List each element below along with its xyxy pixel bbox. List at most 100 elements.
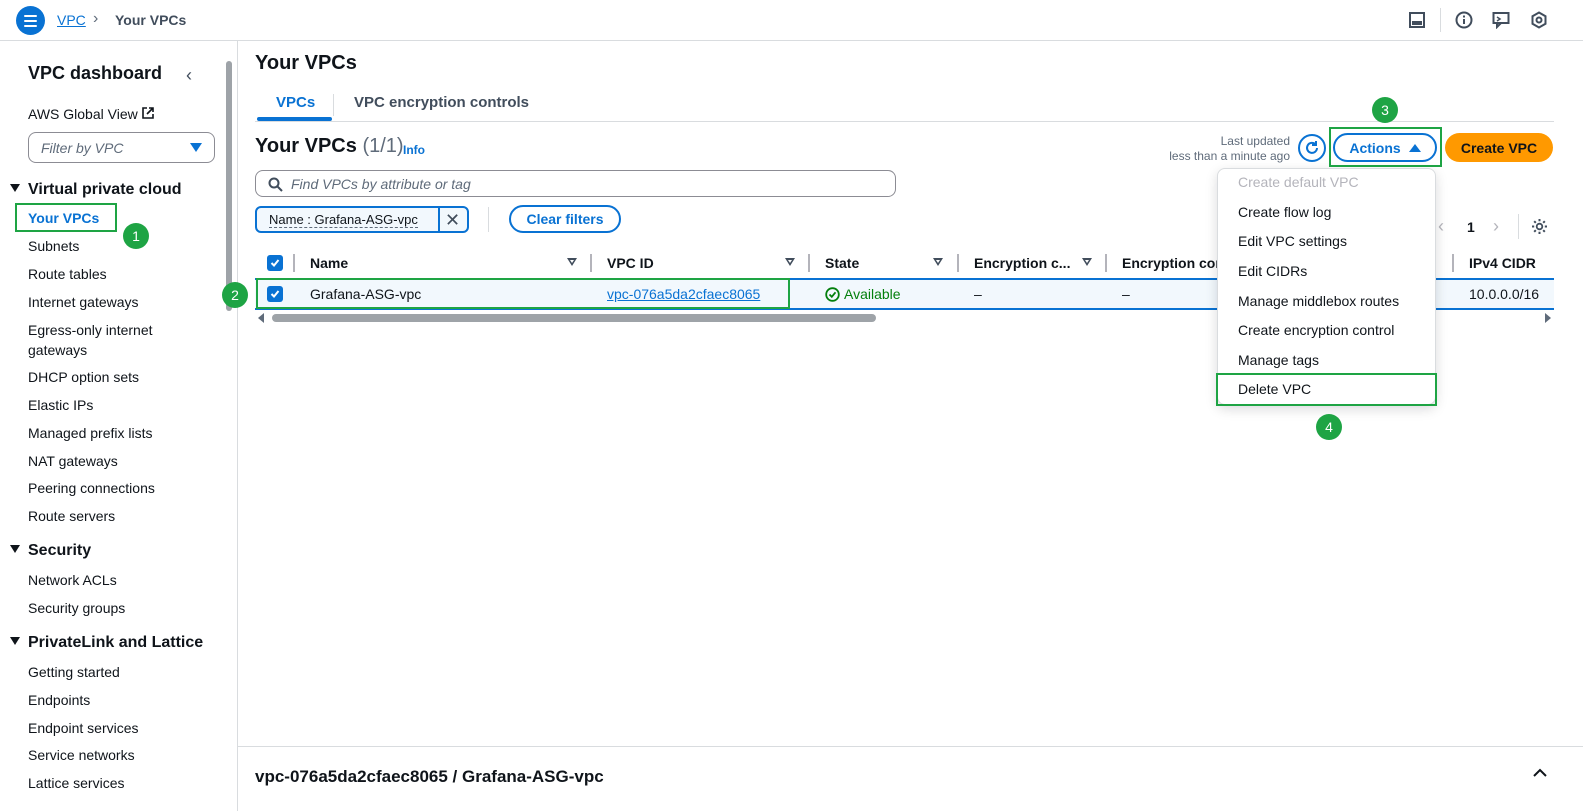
previous-page-icon[interactable]: ‹: [1438, 216, 1444, 237]
tab-vpc-encryption-controls[interactable]: VPC encryption controls: [354, 94, 529, 111]
sidebar-item-endpoint-services[interactable]: Endpoint services: [28, 718, 208, 738]
menu-icon[interactable]: [16, 6, 45, 35]
feedback-icon[interactable]: [1492, 11, 1510, 29]
annotation-badge-2: 2: [222, 282, 248, 308]
refresh-button[interactable]: [1298, 134, 1326, 162]
remove-filter-icon[interactable]: ✕: [445, 210, 460, 231]
search-input[interactable]: Find VPCs by attribute or tag: [255, 170, 896, 197]
sidebar-item-elastic-ips[interactable]: Elastic IPs: [28, 395, 208, 415]
page-title: Your VPCs: [255, 52, 357, 74]
sidebar-item-network-acls[interactable]: Network ACLs: [28, 570, 208, 590]
settings-hex-icon[interactable]: [1530, 11, 1548, 29]
column-divider[interactable]: [808, 254, 810, 272]
divider: [1518, 214, 1519, 239]
divider: [1440, 8, 1441, 32]
sidebar-item-dhcp-option-sets[interactable]: DHCP option sets: [28, 367, 208, 387]
column-header-state[interactable]: State: [825, 255, 859, 271]
sidebar-scrollbar[interactable]: [225, 45, 233, 801]
info-icon[interactable]: [1455, 11, 1473, 29]
panel-icon[interactable]: [1408, 11, 1426, 29]
filter-token[interactable]: Name : Grafana-ASG-vpc ✕: [255, 206, 469, 233]
sidebar-item-egress-only-internet-gateways[interactable]: Egress-only internet gateways: [28, 320, 168, 360]
column-divider[interactable]: [957, 254, 959, 272]
select-all-checkbox[interactable]: [267, 255, 283, 271]
sidebar-item-nat-gateways[interactable]: NAT gateways: [28, 451, 208, 471]
sort-icon[interactable]: [567, 258, 577, 266]
sidebar-item-getting-started[interactable]: Getting started: [28, 662, 208, 682]
column-header-vpc-id[interactable]: VPC ID: [607, 255, 654, 271]
menu-item-create-encryption-control[interactable]: Create encryption control: [1238, 322, 1394, 338]
breadcrumb-vpc[interactable]: VPC: [57, 12, 86, 28]
aws-global-view-link[interactable]: AWS Global View: [28, 106, 154, 122]
external-link-icon: [141, 107, 154, 119]
chevron-right-icon: ›: [93, 10, 99, 27]
clear-filters-button[interactable]: Clear filters: [509, 205, 621, 233]
annotation-badge-4: 4: [1316, 414, 1342, 440]
annotation-highlight: [1329, 127, 1442, 167]
cell-encryption-mode: –: [1122, 286, 1130, 302]
check-circle-icon: [825, 286, 840, 302]
menu-item-edit-cidrs[interactable]: Edit CIDRs: [1238, 263, 1307, 279]
sidebar: VPC dashboard ‹ AWS Global View Filter b…: [0, 41, 238, 811]
sidebar-title[interactable]: VPC dashboard: [28, 63, 162, 84]
tabs-border: [255, 121, 1554, 122]
annotation-highlight: [256, 278, 790, 309]
status-badge: Available: [825, 286, 901, 302]
annotation-highlight: [1216, 373, 1437, 406]
caret-down-icon: [190, 143, 202, 152]
sidebar-item-lattice-services[interactable]: Lattice services: [28, 773, 208, 793]
menu-item-edit-vpc-settings[interactable]: Edit VPC settings: [1238, 233, 1347, 249]
section-security[interactable]: Security: [10, 542, 91, 560]
chevron-up-icon[interactable]: [1532, 767, 1548, 779]
column-divider: [293, 254, 295, 272]
next-page-icon[interactable]: ›: [1493, 216, 1499, 237]
cell-encryption-control: –: [974, 286, 982, 302]
refresh-icon: [1306, 141, 1318, 154]
column-divider[interactable]: [590, 254, 592, 272]
tab-divider: [333, 94, 334, 116]
sidebar-item-security-groups[interactable]: Security groups: [28, 598, 208, 618]
sidebar-item-managed-prefix-lists[interactable]: Managed prefix lists: [28, 423, 208, 443]
column-header-encryption-control[interactable]: Encryption c...: [974, 255, 1070, 271]
gear-icon[interactable]: [1531, 218, 1548, 235]
sidebar-item-subnets[interactable]: Subnets: [28, 236, 208, 256]
annotation-highlight: [15, 203, 117, 232]
menu-item-create-default-vpc: Create default VPC: [1238, 174, 1359, 190]
sidebar-item-internet-gateways[interactable]: Internet gateways: [28, 292, 208, 312]
tab-vpcs[interactable]: VPCs: [276, 94, 315, 111]
current-page[interactable]: 1: [1467, 219, 1475, 235]
column-divider[interactable]: [1452, 254, 1454, 272]
column-header-encryption-mode[interactable]: Encryption cor: [1122, 255, 1221, 271]
sidebar-item-route-tables[interactable]: Route tables: [28, 264, 208, 284]
divider: [488, 207, 489, 232]
sidebar-item-service-networks[interactable]: Service networks: [28, 745, 208, 765]
column-header-ipv4-cidr[interactable]: IPv4 CIDR: [1469, 255, 1536, 271]
cell-ipv4-cidr: 10.0.0.0/16: [1469, 286, 1540, 302]
column-header-name[interactable]: Name: [310, 255, 348, 271]
split-panel: vpc-076a5da2cfaec8065 / Grafana-ASG-vpc: [238, 746, 1583, 811]
filter-by-vpc-select[interactable]: Filter by VPC: [28, 132, 215, 163]
sidebar-item-route-servers[interactable]: Route servers: [28, 506, 208, 526]
filter-token-label[interactable]: Name : Grafana-ASG-vpc: [269, 212, 418, 228]
sidebar-item-endpoints[interactable]: Endpoints: [28, 690, 208, 710]
last-updated-text: Last updated less than a minute ago: [1169, 134, 1290, 163]
sort-icon[interactable]: [1082, 258, 1092, 266]
breadcrumb-current: Your VPCs: [115, 12, 187, 28]
menu-item-manage-middlebox-routes[interactable]: Manage middlebox routes: [1238, 293, 1399, 309]
collapse-sidebar-icon[interactable]: ‹: [186, 65, 192, 86]
sort-icon[interactable]: [933, 258, 943, 266]
annotation-badge-3: 3: [1372, 97, 1398, 123]
info-link[interactable]: Info: [403, 143, 425, 157]
sort-icon[interactable]: [785, 258, 795, 266]
menu-item-manage-tags[interactable]: Manage tags: [1238, 352, 1319, 368]
sidebar-item-peering-connections[interactable]: Peering connections: [28, 478, 208, 498]
column-divider[interactable]: [1105, 254, 1107, 272]
create-vpc-button[interactable]: Create VPC: [1445, 133, 1553, 162]
menu-item-create-flow-log[interactable]: Create flow log: [1238, 204, 1331, 220]
table-heading: Your VPCs (1/1): [255, 135, 404, 157]
split-panel-title: vpc-076a5da2cfaec8065 / Grafana-ASG-vpc: [255, 767, 604, 786]
section-privatelink-and-lattice[interactable]: PrivateLink and Lattice: [10, 634, 203, 652]
section-virtual-private-cloud[interactable]: Virtual private cloud: [10, 181, 182, 199]
annotation-badge-1: 1: [123, 223, 149, 249]
top-navigation-bar: VPC › Your VPCs: [0, 0, 1583, 41]
